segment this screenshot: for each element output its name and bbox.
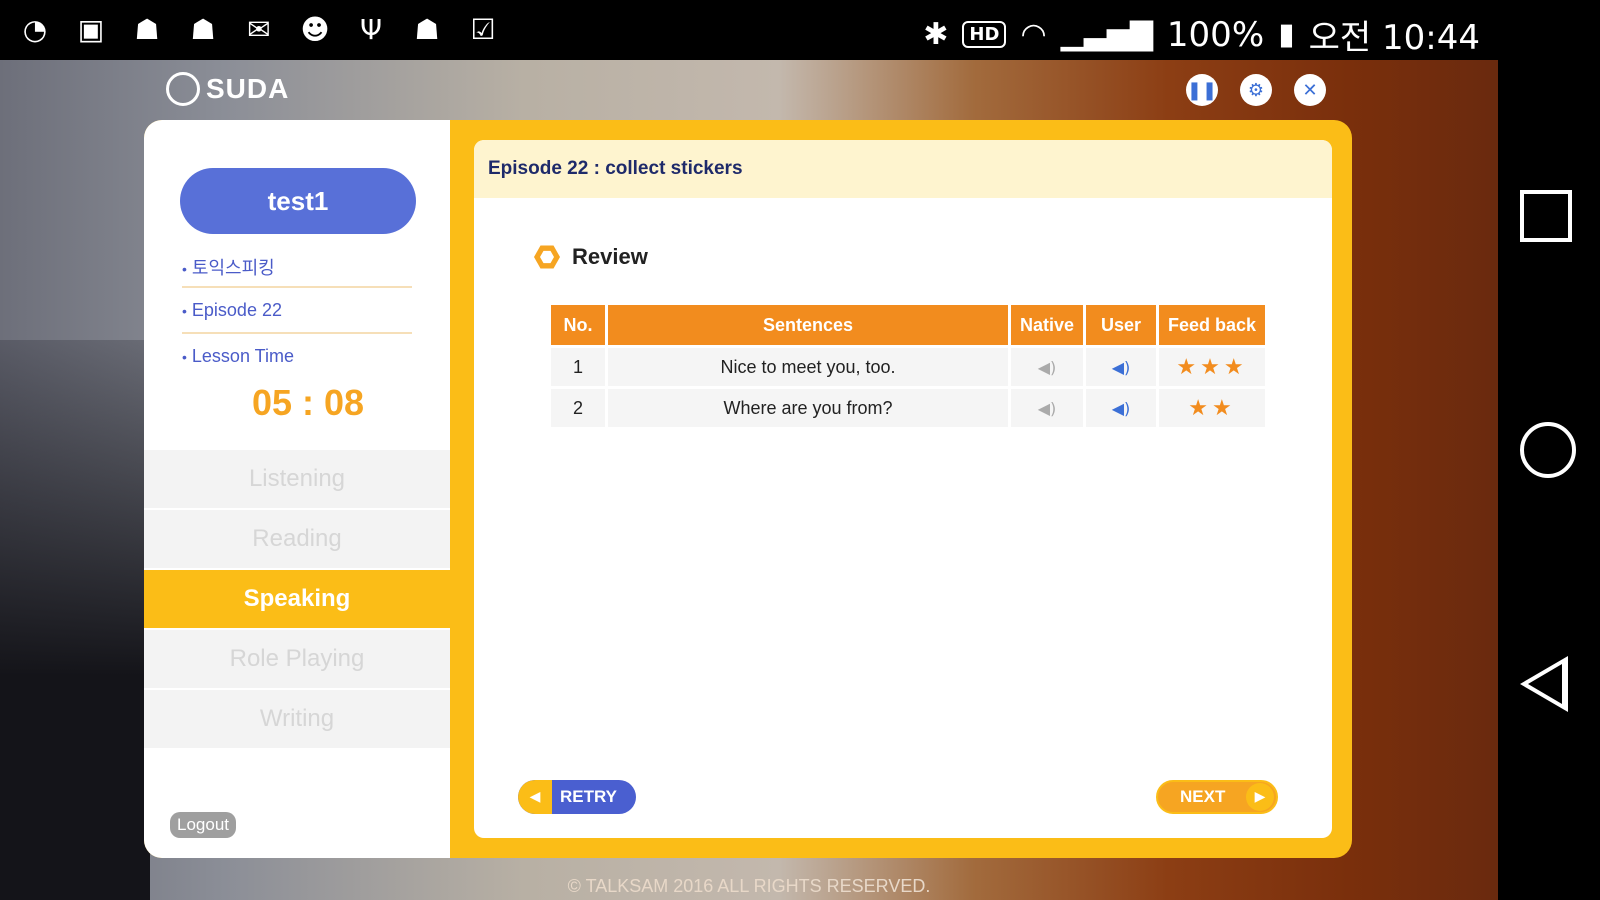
lesson-time-label: Lesson Time bbox=[182, 346, 294, 367]
android-icon: ☗ bbox=[414, 12, 440, 46]
review-table: No. Sentences Native User Feed back 1 Ni… bbox=[548, 302, 1268, 430]
logo-text: SUDA bbox=[206, 73, 290, 104]
signal-icon: ▁▃▅▇ bbox=[1060, 17, 1153, 52]
course-name: 토익스피킹 bbox=[182, 254, 275, 280]
episode-title: Episode 22 : collect stickers bbox=[488, 158, 743, 179]
table-row: 1 Nice to meet you, too. ◀) ◀) ★★★ bbox=[551, 348, 1265, 386]
next-button[interactable]: NEXT ▶ bbox=[1156, 780, 1278, 814]
speaker-icon: ◀) bbox=[1037, 357, 1057, 377]
notification-icons: ◔ ▣ ☗ ☗ ✉ ☻ Ψ ☗ ☑ bbox=[16, 10, 502, 48]
content-header: Episode 22 : collect stickers bbox=[474, 140, 1332, 198]
stars-rating: ★★★ bbox=[1176, 354, 1248, 380]
lesson-timer: 05 : 08 bbox=[252, 382, 365, 423]
divider bbox=[182, 286, 412, 288]
header-native: Native bbox=[1011, 305, 1083, 345]
battery-percent: 100% bbox=[1166, 14, 1265, 55]
header-user: User bbox=[1086, 305, 1156, 345]
bluetooth-icon: ✱ bbox=[923, 17, 949, 52]
close-button[interactable]: ✕ bbox=[1294, 74, 1326, 106]
headset-icon bbox=[166, 72, 200, 106]
arrow-right-icon: ▶ bbox=[1246, 783, 1274, 811]
battery-icon: ▮ bbox=[1278, 17, 1295, 52]
content-panel: Episode 22 : collect stickers Review No.… bbox=[474, 140, 1332, 838]
ring-icon: ◔ bbox=[22, 12, 48, 46]
menu-item-role-playing[interactable]: Role Playing bbox=[144, 630, 450, 688]
user-name-badge: test1 bbox=[180, 168, 416, 234]
retry-button[interactable]: ◀ RETRY bbox=[518, 780, 636, 814]
hexagon-icon bbox=[534, 245, 560, 269]
wifi-icon: ◠ bbox=[1020, 17, 1047, 52]
speaker-icon: ◀) bbox=[1037, 398, 1057, 418]
table-header-row: No. Sentences Native User Feed back bbox=[551, 305, 1265, 345]
stars-rating: ★★ bbox=[1188, 395, 1236, 421]
copyright-footer: © TALKSAM 2016 ALL RIGHTS RESERVED. bbox=[567, 876, 931, 896]
pause-button[interactable]: ❚❚ bbox=[1186, 74, 1218, 106]
home-button[interactable] bbox=[1520, 422, 1576, 478]
back-button[interactable] bbox=[1520, 656, 1568, 712]
chat-icon: ✉ bbox=[247, 12, 271, 46]
next-label: NEXT bbox=[1180, 787, 1226, 806]
speaker-icon: ◀) bbox=[1111, 357, 1131, 377]
header-feedback: Feed back bbox=[1159, 305, 1265, 345]
robot-icon: ☗ bbox=[134, 12, 160, 46]
header-no: No. bbox=[551, 305, 605, 345]
settings-button[interactable]: ⚙ bbox=[1240, 74, 1272, 106]
android-navigation-bar bbox=[1498, 60, 1600, 900]
menu-item-writing[interactable]: Writing bbox=[144, 690, 450, 748]
row-sentence: Where are you from? bbox=[608, 389, 1008, 427]
retry-label: RETRY bbox=[560, 787, 617, 806]
episode-label: Episode 22 bbox=[182, 300, 282, 321]
clock: 오전 10:44 bbox=[1308, 18, 1480, 58]
section-heading: Review bbox=[534, 244, 648, 270]
feedback-stars: ★★★ bbox=[1159, 348, 1265, 386]
lesson-card: test1 토익스피킹 Episode 22 Lesson Time 05 : … bbox=[144, 120, 1352, 858]
status-right: ✱ HD ◠ ▁▃▅▇ 100% ▮ 오전 10:44 bbox=[923, 10, 1480, 59]
section-title: Review bbox=[572, 244, 648, 269]
android-icon: ☗ bbox=[190, 12, 216, 46]
feedback-stars: ★★ bbox=[1159, 389, 1265, 427]
menu-item-listening[interactable]: Listening bbox=[144, 450, 450, 508]
recent-apps-button[interactable] bbox=[1520, 190, 1572, 242]
usb-icon: Ψ bbox=[359, 12, 383, 46]
task-icon: ☑ bbox=[470, 12, 496, 46]
menu-item-reading[interactable]: Reading bbox=[144, 510, 450, 568]
user-audio-button[interactable]: ◀) bbox=[1086, 348, 1156, 386]
image-icon: ▣ bbox=[77, 12, 105, 46]
status-bar: ◔ ▣ ☗ ☗ ✉ ☻ Ψ ☗ ☑ ✱ HD ◠ ▁▃▅▇ 100% ▮ 오전 … bbox=[0, 0, 1600, 60]
row-sentence: Nice to meet you, too. bbox=[608, 348, 1008, 386]
header-sentences: Sentences bbox=[608, 305, 1008, 345]
game-icon: ☻ bbox=[300, 12, 330, 46]
speaker-icon: ◀) bbox=[1111, 398, 1131, 418]
native-audio-button[interactable]: ◀) bbox=[1011, 389, 1083, 427]
logout-button[interactable]: Logout bbox=[170, 812, 236, 838]
divider bbox=[182, 332, 412, 334]
user-audio-button[interactable]: ◀) bbox=[1086, 389, 1156, 427]
hd-badge: HD bbox=[962, 21, 1007, 48]
native-audio-button[interactable]: ◀) bbox=[1011, 348, 1083, 386]
row-number: 1 bbox=[551, 348, 605, 386]
app-logo: SUDA bbox=[166, 72, 289, 106]
sidebar: test1 토익스피킹 Episode 22 Lesson Time 05 : … bbox=[144, 120, 450, 858]
arrow-left-icon: ◀ bbox=[518, 780, 552, 814]
background-shadow bbox=[0, 340, 150, 900]
row-number: 2 bbox=[551, 389, 605, 427]
table-row: 2 Where are you from? ◀) ◀) ★★ bbox=[551, 389, 1265, 427]
top-controls: ❚❚ ⚙ ✕ bbox=[1186, 74, 1326, 106]
menu-item-speaking[interactable]: Speaking bbox=[144, 570, 450, 628]
